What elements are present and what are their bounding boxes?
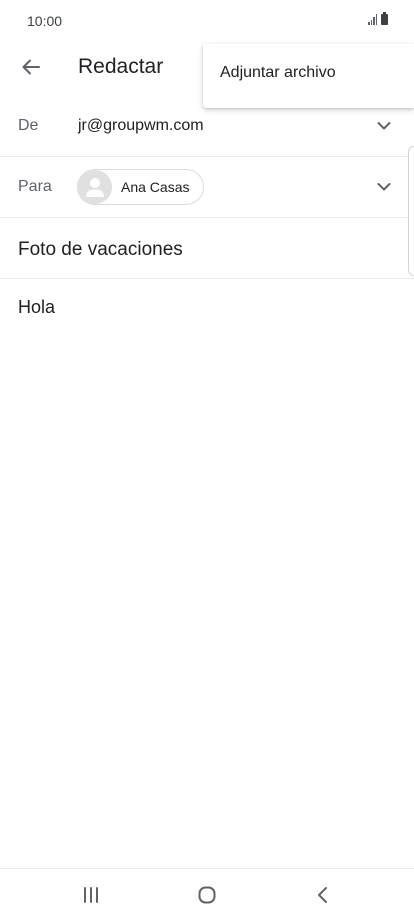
chevron-down-icon	[377, 183, 391, 191]
from-expand-button[interactable]	[374, 116, 394, 136]
from-field[interactable]: jr@groupwm.com	[78, 117, 204, 135]
scroll-edge	[408, 146, 414, 276]
arrow-left-icon	[22, 59, 40, 75]
nav-back-button[interactable]	[303, 881, 343, 909]
battery-icon	[381, 12, 388, 25]
to-row: Para Ana Casas	[0, 157, 414, 218]
recent-apps-button[interactable]	[71, 881, 111, 909]
home-icon	[198, 886, 216, 904]
from-label: De	[18, 117, 39, 134]
compose-screen: 10:00 Redactar De jr@groupwm.com Para An…	[0, 0, 414, 920]
subject-field[interactable]: Foto de vacaciones	[18, 239, 183, 261]
overflow-menu: Adjuntar archivo	[203, 44, 414, 108]
person-icon	[86, 178, 104, 197]
recent-apps-icon	[84, 887, 98, 903]
back-icon	[318, 887, 327, 903]
recipient-name: Ana Casas	[121, 179, 190, 195]
back-button[interactable]	[14, 50, 48, 84]
page-title: Redactar	[78, 55, 164, 78]
navigation-bar	[0, 868, 414, 920]
chevron-down-icon	[377, 122, 391, 130]
signal-icon	[368, 14, 377, 25]
subject-row: Foto de vacaciones	[0, 218, 414, 279]
recipient-chip[interactable]: Ana Casas	[77, 169, 204, 205]
status-icons	[368, 12, 388, 25]
status-bar: 10:00	[0, 0, 414, 44]
avatar	[78, 170, 112, 204]
status-time: 10:00	[27, 13, 63, 29]
body-field[interactable]: Hola	[18, 297, 55, 318]
home-button[interactable]	[187, 881, 227, 909]
to-label: Para	[18, 178, 52, 195]
to-expand-button[interactable]	[374, 177, 394, 197]
menu-item-attach-file[interactable]: Adjuntar archivo	[220, 64, 336, 82]
